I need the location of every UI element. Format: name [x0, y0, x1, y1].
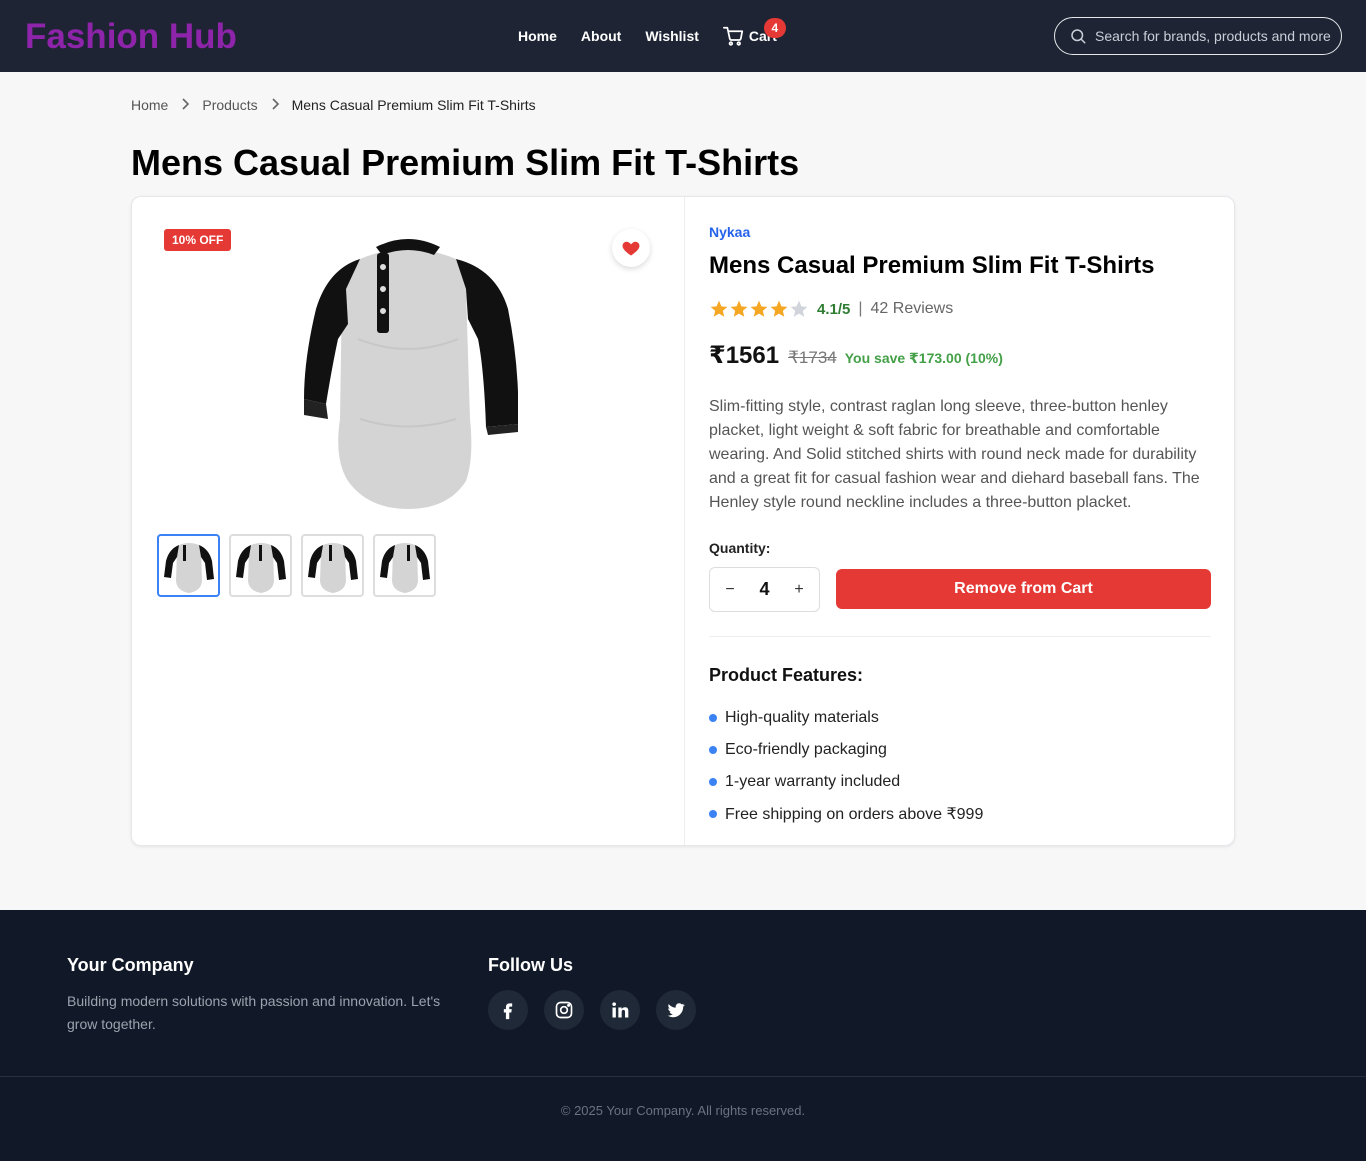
nav-link-home[interactable]: Home — [518, 28, 557, 44]
wishlist-button[interactable] — [612, 229, 650, 267]
thumbnail-image — [235, 542, 286, 593]
sale-price: ₹1561 — [709, 342, 780, 369]
navbar: Fashion Hub Home About Wishlist Cart 4 — [0, 0, 1366, 72]
bullet-icon — [709, 778, 717, 786]
chevron-right-icon — [180, 97, 190, 113]
page-title: Mens Casual Premium Slim Fit T-Shirts — [131, 142, 800, 183]
heart-icon — [622, 241, 640, 256]
product-main-image[interactable] — [298, 219, 518, 509]
star-icon — [770, 300, 788, 317]
twitter-link[interactable] — [656, 990, 696, 1030]
bullet-icon — [709, 714, 717, 722]
product-description: Slim-fitting style, contrast raglan long… — [709, 398, 1200, 511]
quantity-label: Quantity: — [709, 540, 771, 556]
original-price: ₹1734 — [788, 348, 837, 367]
rating-row: 4.1/5 | 42 Reviews — [709, 299, 953, 319]
thumbnail-image — [307, 542, 358, 593]
thumbnail-2[interactable] — [229, 534, 292, 597]
bullet-icon — [709, 810, 717, 818]
features-title: Product Features: — [709, 665, 864, 685]
bullet-icon — [709, 746, 717, 754]
decrement-button[interactable]: − — [723, 581, 737, 599]
thumbnail-image — [379, 542, 430, 593]
search-bar[interactable] — [1054, 17, 1342, 55]
copyright-text: © 2025 Your Company. All rights reserved… — [560, 1103, 806, 1118]
remove-from-cart-button[interactable]: Remove from Cart — [836, 569, 1211, 609]
thumbnail-3[interactable] — [301, 534, 364, 597]
price-row: ₹1561 ₹1734 You save ₹173.00 (10%) — [709, 341, 1003, 370]
feature-text: 1-year warranty included — [725, 773, 901, 790]
linkedin-icon — [612, 1002, 629, 1018]
feature-text: Eco-friendly packaging — [725, 741, 887, 758]
quantity-value: 4 — [759, 579, 770, 599]
instagram-link[interactable] — [544, 990, 584, 1030]
breadcrumb-products[interactable]: Products — [202, 97, 257, 113]
section-divider — [709, 636, 1211, 637]
star-icon — [750, 300, 768, 317]
nav-links: Home About Wishlist Cart 4 — [518, 17, 786, 47]
cart-icon — [722, 26, 744, 46]
thumbnail-image — [163, 542, 214, 593]
social-links — [488, 990, 696, 1030]
footer-company-name: Your Company — [67, 955, 194, 975]
nav-link-cart[interactable]: Cart 4 — [722, 17, 786, 47]
product-name: Mens Casual Premium Slim Fit T-Shirts — [709, 252, 1155, 279]
star-empty-icon — [790, 300, 808, 317]
footer-follow-title: Follow Us — [488, 955, 573, 975]
search-input[interactable] — [1095, 28, 1331, 44]
instagram-icon — [555, 1001, 573, 1019]
feature-text: High-quality materials — [725, 709, 879, 726]
rating-separator: | — [858, 300, 863, 317]
nav-link-about[interactable]: About — [581, 28, 621, 44]
savings-text: You save ₹173.00 (10%) — [844, 350, 1003, 366]
nav-link-wishlist[interactable]: Wishlist — [645, 28, 699, 44]
breadcrumb-current: Mens Casual Premium Slim Fit T-Shirts — [291, 97, 536, 113]
facebook-link[interactable] — [488, 990, 528, 1030]
features-list: High-quality materials Eco-friendly pack… — [709, 702, 983, 830]
twitter-icon — [667, 1003, 685, 1018]
footer-description: Building modern solutions with passion a… — [67, 993, 441, 1032]
feature-text: Free shipping on orders above ₹999 — [725, 806, 984, 823]
chevron-right-icon — [270, 97, 280, 113]
cart-count-badge: 4 — [763, 17, 786, 38]
star-icon — [710, 300, 728, 317]
thumbnail-4[interactable] — [373, 534, 436, 597]
breadcrumb-home[interactable]: Home — [131, 97, 168, 113]
star-rating — [709, 299, 809, 319]
rating-value: 4.1/5 — [817, 300, 851, 318]
star-icon — [730, 300, 748, 317]
discount-badge: 10% OFF — [164, 229, 232, 251]
brand-logo[interactable]: Fashion Hub — [25, 15, 237, 59]
linkedin-link[interactable] — [600, 990, 640, 1030]
thumbnail-1[interactable] — [157, 534, 220, 597]
facebook-icon — [503, 1003, 513, 1020]
quantity-stepper: − 4 + — [709, 567, 820, 612]
search-icon — [1071, 29, 1086, 44]
review-count[interactable]: 42 Reviews — [871, 300, 954, 318]
feature-item: 1-year warranty included — [709, 766, 983, 798]
breadcrumb: Home Products Mens Casual Premium Slim F… — [131, 97, 536, 113]
feature-item: Free shipping on orders above ₹999 — [709, 798, 983, 830]
increment-button[interactable]: + — [792, 581, 806, 599]
card-divider — [684, 197, 685, 845]
feature-item: High-quality materials — [709, 702, 983, 734]
footer: Your Company Building modern solutions w… — [0, 910, 1366, 1161]
product-brand-link[interactable]: Nykaa — [709, 224, 750, 240]
feature-item: Eco-friendly packaging — [709, 734, 983, 766]
product-card: 10% OFF Nykaa Mens Casual Premium Slim F… — [131, 196, 1235, 846]
footer-divider — [0, 1076, 1366, 1077]
thumbnail-strip — [157, 534, 436, 597]
